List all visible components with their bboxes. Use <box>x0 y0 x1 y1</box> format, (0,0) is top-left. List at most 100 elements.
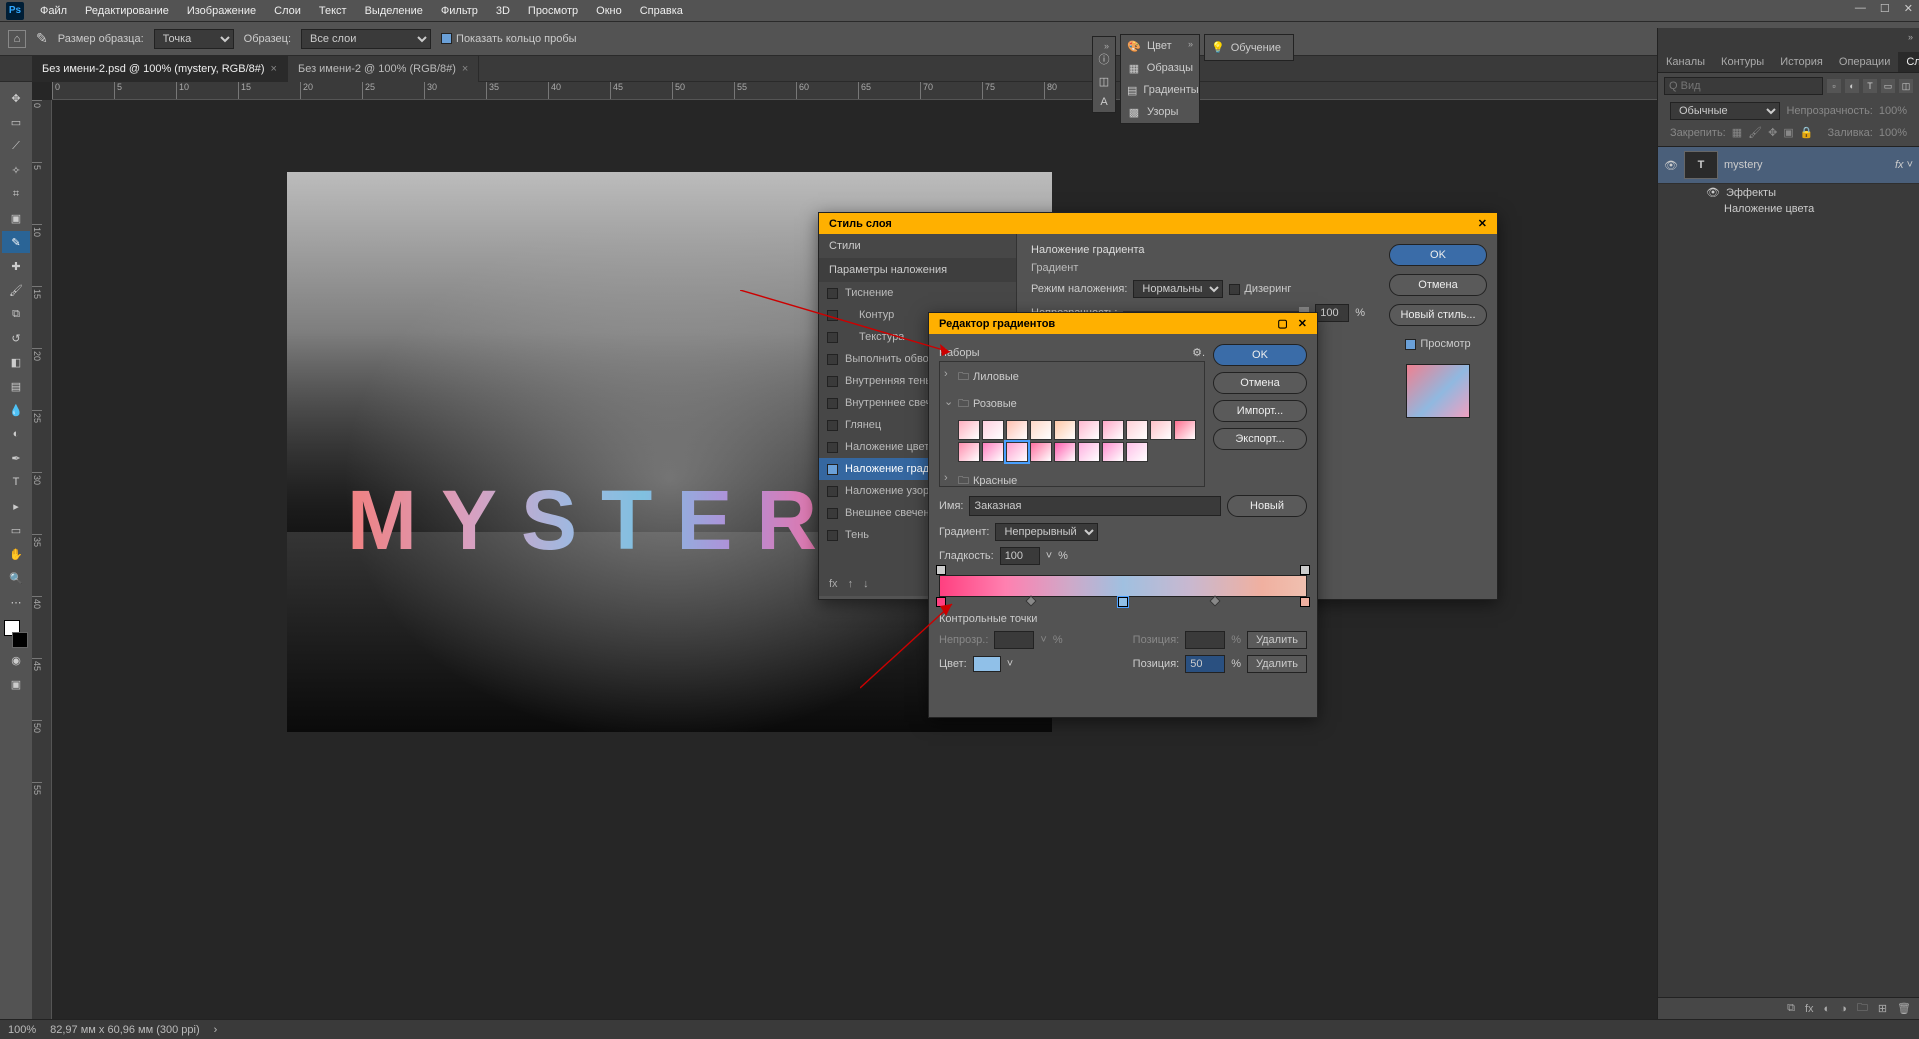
eraser-tool[interactable]: ◧ <box>2 351 30 373</box>
link-layers-icon[interactable]: ⧉ <box>1787 1002 1795 1015</box>
lasso-tool[interactable]: ⟋ <box>2 135 30 157</box>
blend-mode-select[interactable]: Обычные <box>1670 102 1780 120</box>
layer-mask-icon[interactable]: ◐ <box>1824 1003 1831 1015</box>
brush-tool[interactable]: 🖌 <box>2 279 30 301</box>
crop-tool[interactable]: ⌗ <box>2 183 30 205</box>
chevron-right-icon[interactable]: › <box>214 1024 218 1036</box>
collapse-chevron-icon[interactable]: » <box>1908 32 1913 42</box>
gradient-preset[interactable] <box>1102 420 1124 440</box>
gradient-type-select[interactable]: Непрерывный <box>995 523 1098 541</box>
opacity-stop[interactable] <box>1300 565 1310 575</box>
gradient-preset[interactable] <box>1054 442 1076 462</box>
gradient-preset[interactable] <box>1006 420 1028 440</box>
gradient-tool[interactable]: ▤ <box>2 375 30 397</box>
type-tool[interactable]: T <box>2 471 30 493</box>
lock-position-icon[interactable]: ✥ <box>1768 126 1777 139</box>
zoom-level[interactable]: 100% <box>8 1024 36 1036</box>
gradient-preset[interactable] <box>982 442 1004 462</box>
frame-tool[interactable]: ▣ <box>2 207 30 229</box>
panel-gradients[interactable]: ▤Градиенты <box>1121 79 1199 101</box>
layer-filter-input[interactable] <box>1664 77 1823 95</box>
show-ring-checkbox[interactable]: Показать кольцо пробы <box>441 33 577 45</box>
doc-tab-2[interactable]: Без имени-2 @ 100% (RGB/8#)× <box>288 56 479 82</box>
menu-select[interactable]: Выделение <box>357 2 431 20</box>
lock-transparency-icon[interactable]: ▦ <box>1732 126 1742 139</box>
ellipsis-icon[interactable]: ⋯ <box>2 591 30 613</box>
maximize-icon[interactable]: ▢ <box>1277 317 1287 330</box>
color-stop[interactable] <box>1300 597 1310 607</box>
lock-pixels-icon[interactable]: 🖌 <box>1748 126 1762 139</box>
layer-row-mystery[interactable]: 👁 T mystery fx ˅ <box>1658 147 1919 184</box>
filter-adjust-icon[interactable]: ◐ <box>1845 79 1859 93</box>
ok-button[interactable]: OK <box>1213 344 1307 366</box>
history-brush-tool[interactable]: ↺ <box>2 327 30 349</box>
preview-checkbox[interactable]: Просмотр <box>1389 338 1487 350</box>
menu-file[interactable]: Файл <box>32 2 75 20</box>
export-button[interactable]: Экспорт... <box>1213 428 1307 450</box>
tab-actions[interactable]: Операции <box>1831 52 1898 72</box>
quickmask-tool[interactable]: ◉ <box>2 649 30 671</box>
close-icon[interactable]: ✕ <box>1478 217 1487 230</box>
ok-button[interactable]: OK <box>1389 244 1487 266</box>
opacity-stop[interactable] <box>936 565 946 575</box>
layer-fx-icon[interactable]: fx <box>1805 1003 1814 1015</box>
gradient-preset[interactable] <box>1054 420 1076 440</box>
lock-all-icon[interactable]: 🔒 <box>1800 126 1814 139</box>
visibility-icon[interactable]: 👁 <box>1706 186 1720 199</box>
sample-size-select[interactable]: Точка <box>154 29 234 49</box>
menu-window[interactable]: Окно <box>588 2 630 20</box>
new-layer-icon[interactable]: ⊞ <box>1878 1002 1887 1015</box>
eyedropper-tool[interactable]: ✎ <box>2 231 30 253</box>
fx-badge[interactable]: fx ˅ <box>1895 159 1913 171</box>
opacity-value[interactable]: 100% <box>1879 105 1907 117</box>
arrow-down-icon[interactable]: ↓ <box>863 578 869 590</box>
dialog-titlebar[interactable]: Редактор градиентов ▢✕ <box>929 313 1317 334</box>
filter-smart-icon[interactable]: ◫ <box>1899 79 1913 93</box>
color-stop-selected[interactable] <box>1118 597 1128 607</box>
learn-panel[interactable]: 💡Обучение <box>1204 34 1294 61</box>
gradient-preset[interactable] <box>1030 442 1052 462</box>
group-icon[interactable]: 🗀 <box>1857 999 1868 1018</box>
menu-image[interactable]: Изображение <box>179 2 264 20</box>
pen-tool[interactable]: ✒ <box>2 447 30 469</box>
cancel-button[interactable]: Отмена <box>1389 274 1487 296</box>
gradient-name-input[interactable] <box>969 496 1221 516</box>
tab-channels[interactable]: Каналы <box>1658 52 1713 72</box>
filter-type-icon[interactable]: T <box>1863 79 1877 93</box>
close-icon[interactable]: × <box>462 63 468 75</box>
gradient-preset[interactable] <box>958 442 980 462</box>
gradient-preset[interactable] <box>1174 420 1196 440</box>
blend-mode-select[interactable]: Нормальный <box>1133 280 1223 298</box>
doc-tab-1[interactable]: Без имени-2.psd @ 100% (mystery, RGB/8#)… <box>32 56 288 82</box>
dialog-titlebar[interactable]: Стиль слоя ✕ <box>819 213 1497 234</box>
new-button[interactable]: Новый <box>1227 495 1307 517</box>
preset-folder-pink[interactable]: 🗀Розовые <box>940 391 1204 418</box>
home-icon[interactable]: ⌂ <box>8 30 26 48</box>
gradient-preset[interactable] <box>1150 420 1172 440</box>
blending-options[interactable]: Параметры наложения <box>819 258 1016 282</box>
arrow-up-icon[interactable]: ↑ <box>848 578 854 590</box>
color-swatches[interactable] <box>4 620 28 648</box>
stop-color-swatch[interactable] <box>973 656 1001 672</box>
maximize-icon[interactable]: ☐ <box>1880 2 1890 15</box>
import-button[interactable]: Импорт... <box>1213 400 1307 422</box>
gradient-preset[interactable] <box>958 420 980 440</box>
filter-shape-icon[interactable]: ▭ <box>1881 79 1895 93</box>
color-stop[interactable] <box>936 597 946 607</box>
dodge-tool[interactable]: ◐ <box>2 423 30 445</box>
fx-menu-icon[interactable]: fx <box>829 578 838 590</box>
menu-edit[interactable]: Редактирование <box>77 2 177 20</box>
smoothness-input[interactable] <box>1000 547 1040 565</box>
gradient-preset[interactable] <box>1006 442 1028 462</box>
gradient-preset[interactable] <box>1030 420 1052 440</box>
preset-folder-red[interactable]: 🗀Красные <box>940 468 1204 487</box>
trash-icon[interactable]: 🗑 <box>1897 1002 1911 1015</box>
path-select-tool[interactable]: ▸ <box>2 495 30 517</box>
gradient-preset[interactable] <box>1126 420 1148 440</box>
gradient-preset[interactable] <box>1126 442 1148 462</box>
styles-header[interactable]: Стили <box>819 234 1016 258</box>
heal-tool[interactable]: ✚ <box>2 255 30 277</box>
menu-3d[interactable]: 3D <box>488 2 518 20</box>
screen-mode-tool[interactable]: ▣ <box>2 673 30 695</box>
tab-history[interactable]: История <box>1772 52 1831 72</box>
